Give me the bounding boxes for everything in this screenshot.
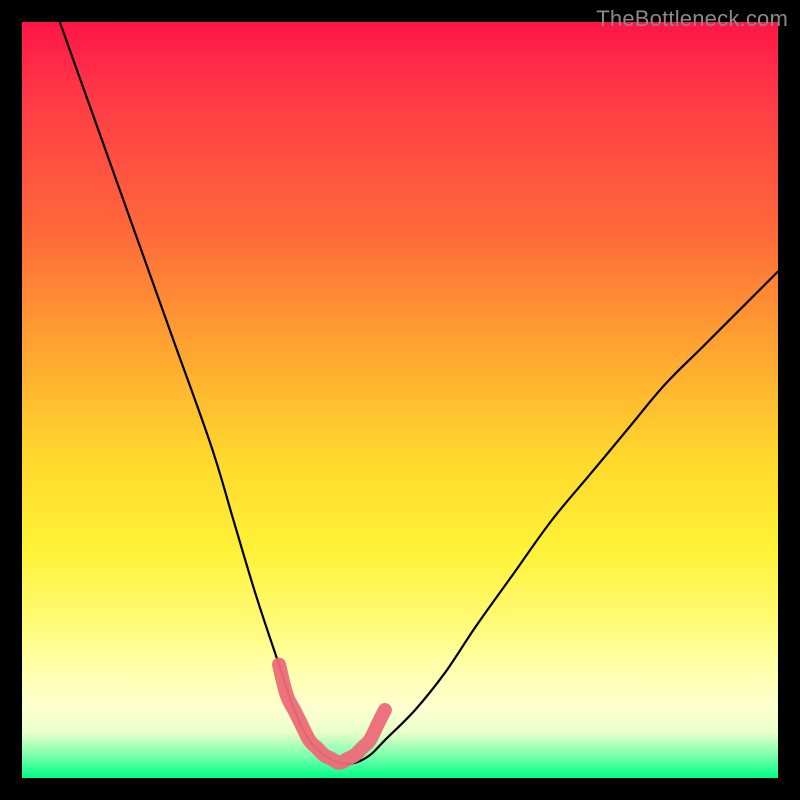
bottleneck-curve: [60, 22, 778, 764]
plot-area: [22, 22, 778, 778]
curve-svg: [22, 22, 778, 778]
chart-frame: TheBottleneck.com: [0, 0, 800, 800]
valley-highlight: [279, 665, 385, 763]
watermark-text: TheBottleneck.com: [596, 6, 788, 32]
